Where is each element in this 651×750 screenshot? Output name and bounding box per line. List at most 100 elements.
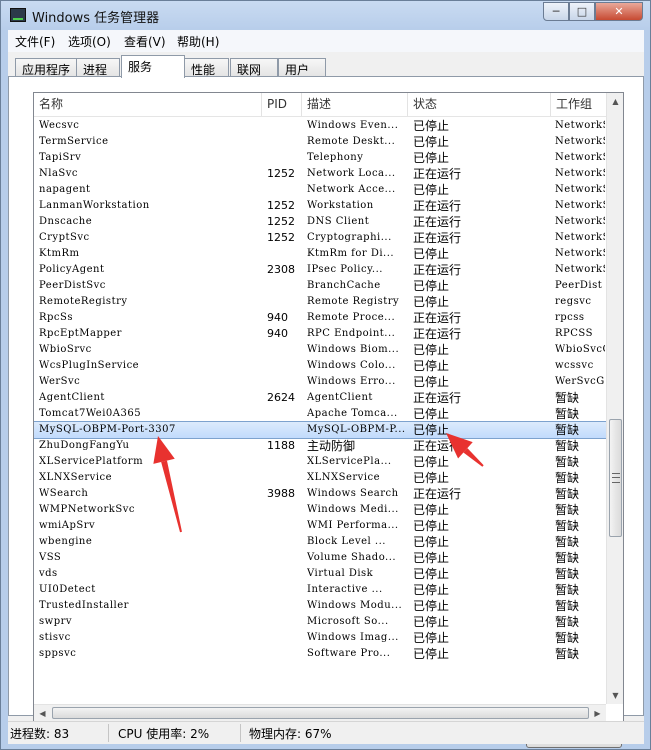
cell-name: RemoteRegistry bbox=[39, 296, 128, 307]
horizontal-scroll-thumb[interactable] bbox=[52, 707, 589, 719]
cell-group: 暂缺 bbox=[555, 487, 580, 501]
cell-status: 已停止 bbox=[413, 343, 450, 357]
tab-performance[interactable]: 性能 bbox=[184, 58, 229, 77]
cell-name: WcsPlugInService bbox=[39, 360, 140, 371]
table-row[interactable]: stisvc Windows Imag... 已停止 暂缺 bbox=[34, 630, 606, 646]
table-row[interactable]: RpcSs 940 Remote Proce... 正在运行 rpcss bbox=[34, 310, 606, 326]
column-header-name[interactable]: 名称 bbox=[34, 93, 262, 116]
tab-processes[interactable]: 进程 bbox=[76, 58, 120, 77]
table-row[interactable]: WSearch 3988 Windows Search 正在运行 暂缺 bbox=[34, 486, 606, 502]
cell-pid bbox=[267, 118, 305, 134]
table-row[interactable]: wbengine Block Level ... 已停止 暂缺 bbox=[34, 534, 606, 550]
table-row[interactable]: PolicyAgent 2308 IPsec Policy... 正在运行 Networ… bbox=[34, 262, 606, 278]
minimize-button[interactable]: ─ bbox=[543, 2, 569, 21]
cell-name: RpcSs bbox=[39, 312, 74, 323]
table-row[interactable]: vds Virtual Disk 已停止 暂缺 bbox=[34, 566, 606, 582]
status-cpu-usage: CPU 使用率: 2% bbox=[118, 727, 210, 741]
table-row[interactable]: CryptSvc 1252 Cryptographi... 正在运行 NetworkS.… bbox=[34, 230, 606, 246]
cell-pid: 1252 bbox=[267, 231, 295, 244]
table-row[interactable]: LanmanWorkstation 1252 Workstation 正在运行 Netw… bbox=[34, 198, 606, 214]
scroll-right-arrow-icon[interactable]: ▶ bbox=[589, 705, 606, 721]
menu-help[interactable]: 帮助(H) bbox=[177, 33, 219, 50]
cell-pid bbox=[267, 534, 305, 550]
cell-group: NetworkS... bbox=[555, 152, 605, 163]
cell-pid bbox=[267, 550, 305, 566]
cell-pid: 940 bbox=[267, 311, 288, 324]
table-row[interactable]: ZhuDongFangYu 1188 主动防御 正在运行 暂缺 bbox=[34, 438, 606, 454]
table-row[interactable]: KtmRm KtmRm for Di... 已停止 NetworkS... bbox=[34, 246, 606, 262]
cell-pid bbox=[267, 646, 305, 662]
scroll-down-arrow-icon[interactable]: ▼ bbox=[607, 687, 623, 704]
close-button[interactable]: ✕ bbox=[595, 2, 643, 21]
tab-users[interactable]: 用户 bbox=[278, 58, 326, 77]
table-row[interactable]: WbioSrvc Windows Biom... 已停止 WbioSvcG... bbox=[34, 342, 606, 358]
cell-pid bbox=[267, 614, 305, 630]
cell-group: 暂缺 bbox=[555, 391, 580, 405]
cell-group: NetworkS... bbox=[555, 264, 605, 275]
vertical-scroll-thumb[interactable] bbox=[609, 419, 622, 537]
title-bar[interactable]: Windows 任务管理器 ─ □ ✕ bbox=[1, 1, 650, 29]
table-row[interactable]: WcsPlugInService Windows Colo... 已停止 wcssvc bbox=[34, 358, 606, 374]
service-rows: WecsvcWindows Even...已停止NetworkS...TermS… bbox=[34, 118, 606, 700]
maximize-button[interactable]: □ bbox=[569, 2, 595, 21]
table-row[interactable]: NlaSvc 1252 Network Loca... 正在运行 NetworkS... bbox=[34, 166, 606, 182]
vertical-scrollbar[interactable]: ▲ ▼ bbox=[606, 93, 623, 704]
services-panel: 名称 PID 描述 状态 工作组 Wecsvc Windows Even... 已停… bbox=[8, 76, 644, 748]
table-row[interactable]: XLNXService XLNXService 已停止 暂缺 bbox=[34, 470, 606, 486]
cell-name: AgentClient bbox=[39, 392, 105, 403]
table-row[interactable]: swprv Microsoft So... 已停止 暂缺 bbox=[34, 614, 606, 630]
cell-group: RPCSS bbox=[555, 328, 593, 339]
cell-pid: 940 bbox=[267, 327, 288, 340]
cell-description: Telephony bbox=[307, 152, 364, 163]
cell-name: TermService bbox=[39, 136, 109, 147]
table-row[interactable]: Tomcat7Wei0A365 Apache Tomca... 已停止 暂缺 bbox=[34, 406, 606, 422]
cell-status: 已停止 bbox=[413, 151, 450, 165]
cell-status: 已停止 bbox=[413, 471, 450, 485]
cell-group: PeerDist bbox=[555, 280, 603, 291]
menu-view[interactable]: 查看(V) bbox=[124, 33, 166, 50]
table-row[interactable]: wmiApSrv WMI Performa... 已停止 暂缺 bbox=[34, 518, 606, 534]
cell-status: 正在运行 bbox=[413, 311, 462, 325]
cell-status: 已停止 bbox=[413, 503, 450, 517]
table-row[interactable]: Dnscache 1252 DNS Client 正在运行 NetworkS... bbox=[34, 214, 606, 230]
table-row[interactable]: TermService Remote Deskt... 已停止 NetworkS... bbox=[34, 134, 606, 150]
table-row[interactable]: TrustedInstaller Windows Modu... 已停止 暂缺 bbox=[34, 598, 606, 614]
scroll-left-arrow-icon[interactable]: ◀ bbox=[34, 705, 51, 721]
table-row[interactable]: MySQL-OBPM-Port-3307 MySQL-OBPM-P... 已停止 暂缺 bbox=[34, 421, 606, 439]
column-header-status[interactable]: 状态 bbox=[408, 93, 551, 116]
cell-group: 暂缺 bbox=[555, 567, 580, 581]
scroll-up-arrow-icon[interactable]: ▲ bbox=[607, 93, 623, 110]
cell-group: 暂缺 bbox=[555, 647, 580, 661]
cell-pid bbox=[267, 454, 305, 470]
table-row[interactable]: UI0Detect Interactive ... 已停止 暂缺 bbox=[34, 582, 606, 598]
table-row[interactable]: AgentClient 2624 AgentClient 正在运行 暂缺 bbox=[34, 390, 606, 406]
table-row[interactable]: TapiSrv Telephony 已停止 NetworkS... bbox=[34, 150, 606, 166]
column-header-group[interactable]: 工作组 bbox=[551, 93, 606, 116]
column-header-description[interactable]: 描述 bbox=[302, 93, 408, 116]
table-row[interactable]: WMPNetworkSvc Windows Medi... 已停止 暂缺 bbox=[34, 502, 606, 518]
cell-pid bbox=[267, 294, 305, 310]
table-row[interactable]: Wecsvc Windows Even... 已停止 NetworkS... bbox=[34, 118, 606, 134]
services-list[interactable]: 名称 PID 描述 状态 工作组 Wecsvc Windows Even... 已停… bbox=[33, 92, 624, 722]
table-row[interactable]: VSS Volume Shado... 已停止 暂缺 bbox=[34, 550, 606, 566]
table-row[interactable]: sppsvc Software Pro... 已停止 暂缺 bbox=[34, 646, 606, 662]
grip-icon bbox=[612, 473, 620, 483]
tab-applications[interactable]: 应用程序 bbox=[15, 58, 77, 77]
table-row[interactable]: RemoteRegistry Remote Registry 已停止 regsvc bbox=[34, 294, 606, 310]
table-row[interactable]: PeerDistSvc BranchCache 已停止 PeerDist bbox=[34, 278, 606, 294]
menu-file[interactable]: 文件(F) bbox=[15, 33, 55, 50]
menu-options[interactable]: 选项(O) bbox=[68, 33, 111, 50]
table-row[interactable]: napagent Network Acce... 已停止 NetworkS... bbox=[34, 182, 606, 198]
tab-networking[interactable]: 联网 bbox=[230, 58, 278, 77]
table-row[interactable]: XLServicePlatform XLServicePla... 已停止 暂缺 bbox=[34, 454, 606, 470]
tab-services[interactable]: 服务 bbox=[121, 55, 185, 78]
column-header-pid[interactable]: PID bbox=[262, 93, 302, 116]
cell-description: Windows Biom... bbox=[307, 344, 400, 355]
cell-name: LanmanWorkstation bbox=[39, 200, 150, 211]
table-row[interactable]: RpcEptMapper 940 RPC Endpoint... 正在运行 RPCSS bbox=[34, 326, 606, 342]
cell-description: Windows Search bbox=[307, 488, 399, 499]
cell-description: XLNXService bbox=[307, 472, 381, 483]
table-row[interactable]: WerSvc Windows Erro... 已停止 WerSvcGr... bbox=[34, 374, 606, 390]
horizontal-scrollbar[interactable]: ◀ ▶ bbox=[34, 704, 606, 721]
cell-name: vds bbox=[39, 568, 58, 579]
